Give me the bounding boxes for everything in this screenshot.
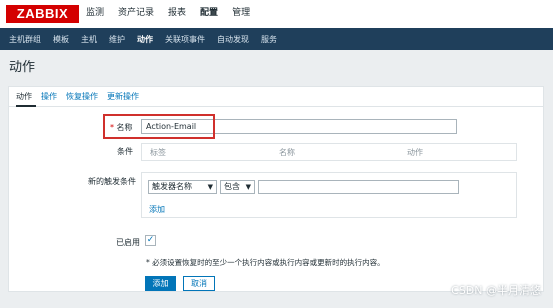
new-condition-label: 新的触发条件 [88,177,136,186]
csdn-watermark: CSDN @半月清悠 [451,284,541,297]
subnav-discovery[interactable]: 自动发现 [217,34,249,45]
tab-recovery-operations[interactable]: 恢复操作 [66,91,98,102]
conditions-label: 条件 [117,147,133,156]
tab-update-operations[interactable]: 更新操作 [107,91,139,102]
check-icon: ✓ [146,235,155,245]
add-condition-link[interactable]: 添加 [149,204,165,215]
menu-item-inventory[interactable]: 资产记录 [118,7,154,19]
top-header: ZABBIX 监测 资产记录 报表 配置 管理 [0,0,553,28]
menu-item-administration[interactable]: 管理 [232,7,250,19]
subnav-actions[interactable]: 动作 [137,34,153,45]
menu-item-monitoring[interactable]: 监测 [86,7,104,19]
subnav-templates[interactable]: 模板 [53,34,69,45]
recovery-warning-text: * 必须设置恢复时的至少一个执行内容或执行内容或更新时的执行内容。 [146,258,385,267]
conditions-table: 标签 名称 动作 [141,143,517,161]
conditions-header-label: 标签 [150,148,166,157]
menu-item-reports[interactable]: 报表 [168,7,186,19]
subnav-maintenance[interactable]: 维护 [109,34,125,45]
page-title: 动作 [9,60,36,75]
form-tabs: 动作 操作 恢复操作 更新操作 [9,87,543,107]
subnav-host-groups[interactable]: 主机群组 [9,34,41,45]
active-tab-indicator [16,105,36,107]
tab-action[interactable]: 动作 [16,91,32,102]
enabled-label: 已启用 [116,238,140,247]
cancel-button[interactable]: 取消 [183,276,215,291]
subnav-correlation[interactable]: 关联项事件 [165,34,205,45]
tab-operations[interactable]: 操作 [41,91,57,102]
conditions-header-name: 名称 [279,148,295,157]
subnav-hosts[interactable]: 主机 [81,34,97,45]
condition-type-select[interactable]: 触发器名称 ▼ [148,180,217,194]
menu-item-configuration[interactable]: 配置 [200,7,218,19]
conditions-header-action: 动作 [407,148,423,157]
main-menu: 监测 资产记录 报表 配置 管理 [86,7,264,19]
chevron-down-icon: ▼ [207,183,213,191]
new-condition-box [141,172,517,218]
sub-navigation: 主机群组 模板 主机 维护 动作 关联项事件 自动发现 服务 [0,28,553,50]
condition-value-input[interactable] [258,180,459,194]
zabbix-logo[interactable]: ZABBIX [6,5,79,23]
highlight-box [103,114,215,139]
chevron-down-icon: ▼ [245,183,251,191]
add-button[interactable]: 添加 [145,276,176,291]
condition-operator-select[interactable]: 包含 ▼ [220,180,255,194]
enabled-checkbox[interactable]: ✓ [145,235,156,246]
subnav-services[interactable]: 服务 [261,34,277,45]
